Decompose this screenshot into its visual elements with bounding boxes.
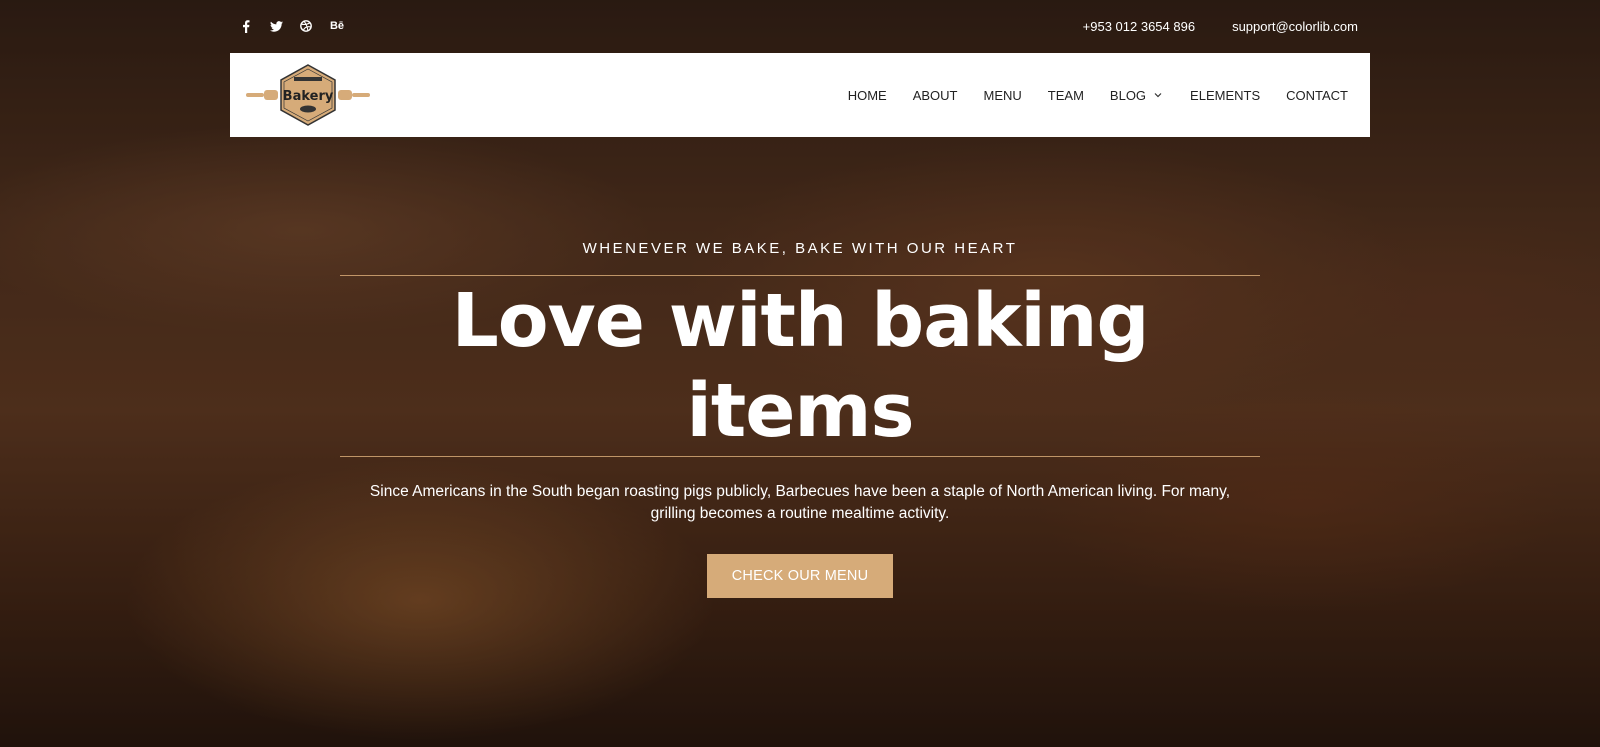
nav-item-team[interactable]: TEAM — [1048, 88, 1084, 103]
hero-headline: Love with baking items — [451, 278, 1150, 454]
nav-item-elements[interactable]: ELEMENTS — [1190, 88, 1260, 103]
behance-icon[interactable]: Bē — [328, 18, 346, 34]
nav-item-home[interactable]: HOME — [848, 88, 887, 103]
email-address[interactable]: support@colorlib.com — [1232, 19, 1358, 34]
phone-number[interactable]: +953 012 3654 896 — [1083, 19, 1195, 34]
nav-item-blog[interactable]: BLOG — [1110, 88, 1162, 103]
logo-text: Bakery — [283, 89, 334, 104]
dribbble-icon[interactable] — [298, 18, 314, 34]
contact-info: +953 012 3654 896 support@colorlib.com — [1083, 19, 1370, 34]
divider-bottom — [340, 456, 1260, 457]
facebook-icon[interactable] — [238, 18, 254, 34]
top-bar: Bē +953 012 3654 896 support@colorlib.co… — [230, 0, 1370, 52]
twitter-icon[interactable] — [268, 18, 284, 34]
nav-item-menu[interactable]: MENU — [984, 88, 1022, 103]
nav-item-about[interactable]: ABOUT — [913, 88, 958, 103]
chevron-down-icon — [1154, 90, 1162, 100]
social-links: Bē — [230, 18, 346, 34]
hero-description: Since Americans in the South began roast… — [369, 483, 1231, 522]
nav-menu: HOME ABOUT MENU TEAM BLOG ELEMENTS CONTA… — [822, 88, 1348, 103]
nav-item-blog-label: BLOG — [1109, 87, 1147, 103]
check-menu-button[interactable]: CHECK OUR MENU — [707, 554, 893, 598]
hero-content: WHENEVER WE BAKE, BAKE WITH OUR HEART Lo… — [340, 240, 1260, 598]
main-navbar: Bakery HOME ABOUT MENU TEAM BLOG ELEMENT… — [230, 53, 1370, 137]
hero-tagline: WHENEVER WE BAKE, BAKE WITH OUR HEART — [582, 240, 1018, 257]
nav-item-contact[interactable]: CONTACT — [1286, 88, 1348, 103]
bakery-logo[interactable]: Bakery — [244, 62, 372, 128]
